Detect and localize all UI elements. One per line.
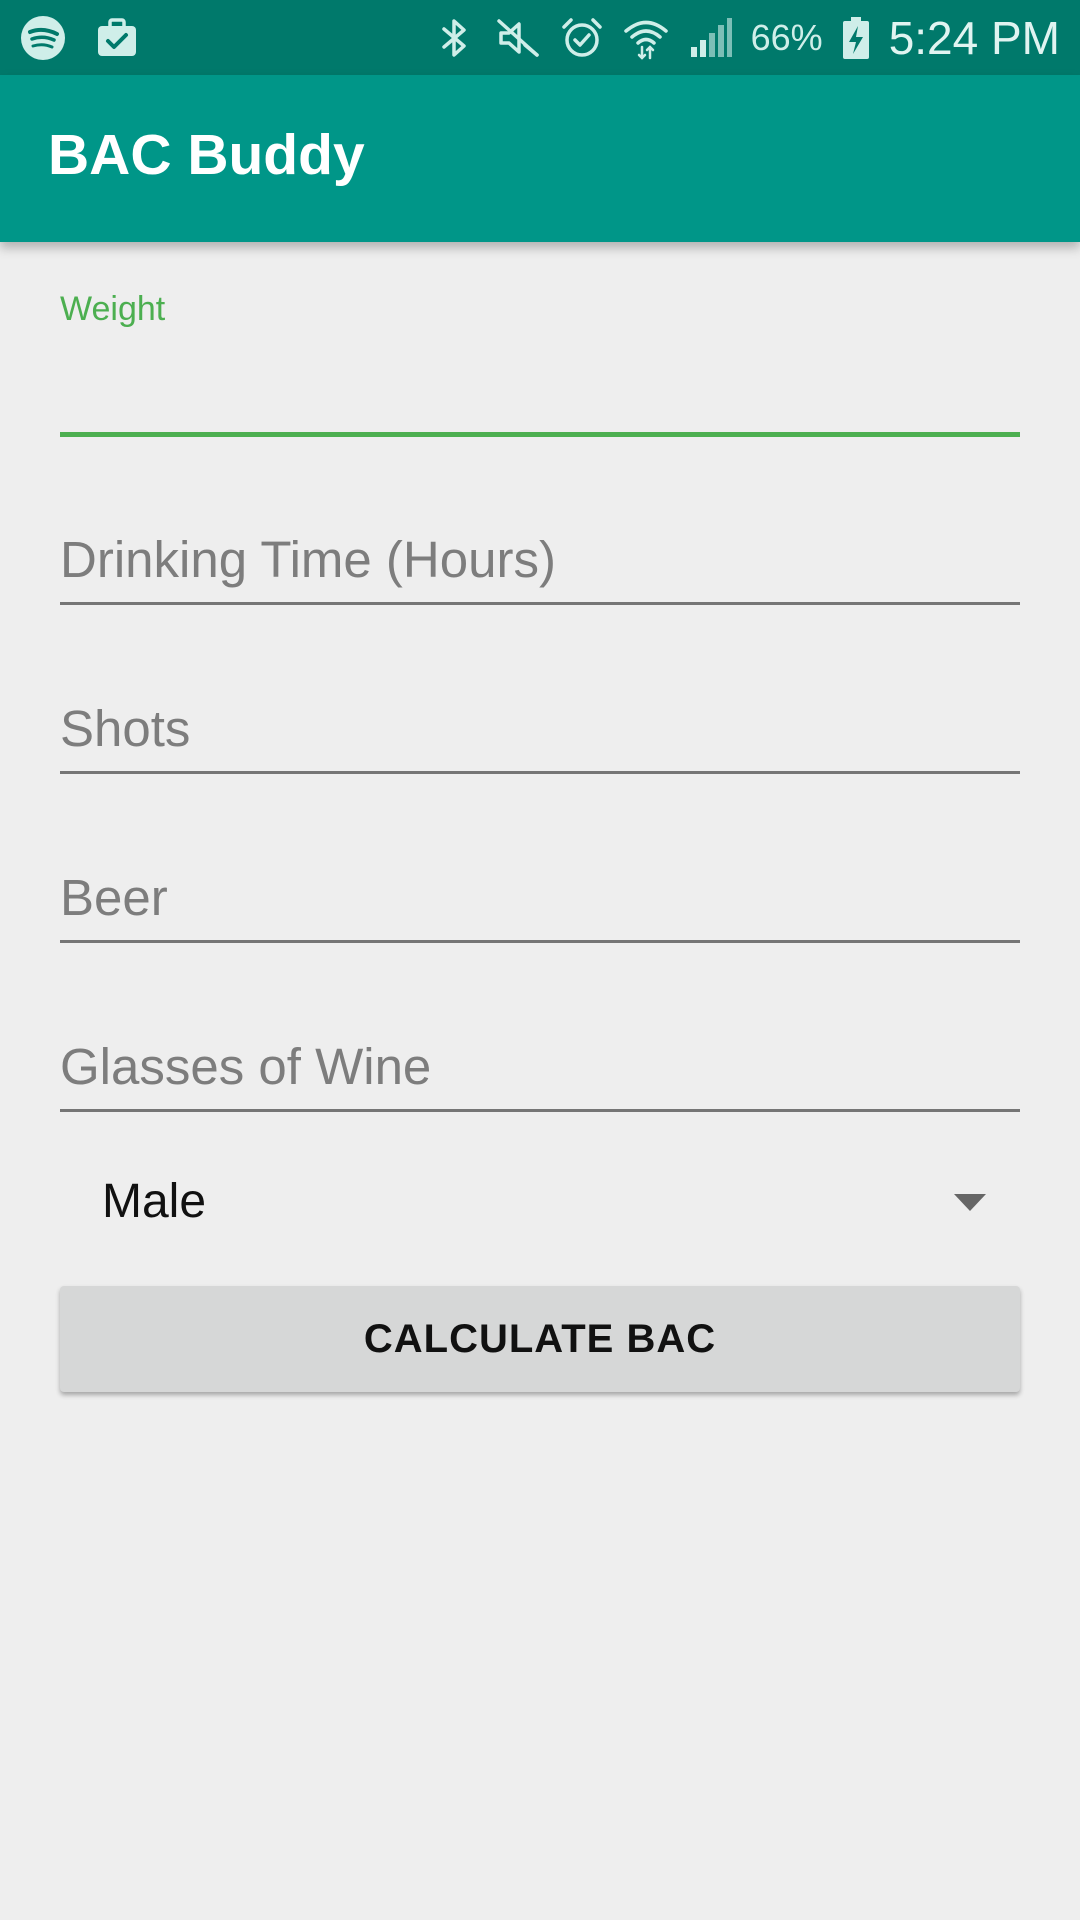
wine-input[interactable] — [60, 1027, 1020, 1105]
bluetooth-icon — [431, 15, 477, 61]
status-time: 5:24 PM — [888, 11, 1060, 64]
weight-input[interactable] — [60, 346, 1020, 416]
app-title: BAC Buddy — [48, 123, 365, 187]
weight-field: Weight — [60, 288, 1020, 440]
shots-field — [60, 689, 1020, 779]
calculate-bac-button[interactable]: CALCULATE BAC — [60, 1286, 1020, 1392]
dropdown-arrow-icon — [954, 1194, 986, 1211]
wifi-icon — [623, 15, 669, 61]
shots-underline — [60, 771, 1020, 774]
cellular-signal-icon — [687, 15, 733, 61]
status-bar-left — [0, 15, 140, 61]
drinking-time-field — [60, 520, 1020, 610]
drinking-time-input[interactable] — [60, 520, 1020, 598]
battery-percent: 66% — [750, 16, 823, 58]
app-bar: BAC Buddy — [0, 75, 1080, 242]
beer-field — [60, 858, 1020, 948]
gender-spinner[interactable]: Male — [60, 1160, 1020, 1240]
gender-selected-value: Male — [102, 1175, 207, 1228]
weight-label: Weight — [60, 290, 166, 328]
drinking-time-underline — [60, 602, 1020, 605]
beer-input[interactable] — [60, 858, 1020, 936]
weight-underline — [60, 432, 1020, 437]
status-bar-right: 66% 5:24 PM — [431, 11, 1080, 65]
status-bar: 66% 5:24 PM — [0, 0, 1080, 75]
alarm-icon — [559, 15, 605, 61]
briefcase-check-icon — [94, 15, 140, 61]
beer-underline — [60, 940, 1020, 943]
vibrate-off-icon — [495, 15, 541, 61]
battery-charging-icon — [841, 15, 871, 61]
spotify-icon — [20, 15, 66, 61]
wine-underline — [60, 1109, 1020, 1112]
wine-field — [60, 1027, 1020, 1117]
shots-input[interactable] — [60, 689, 1020, 767]
